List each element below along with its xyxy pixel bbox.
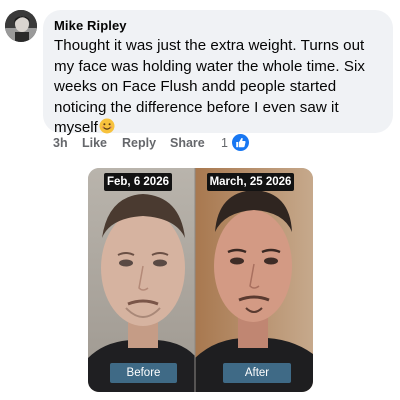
avatar[interactable] [5,10,37,42]
like-button[interactable]: Like [82,135,107,151]
after-date-label: March, 25 2026 [207,173,294,191]
before-label: Before [110,363,177,383]
reaction-count[interactable]: 1 [221,135,228,151]
reply-button[interactable]: Reply [122,135,156,151]
share-button[interactable]: Share [170,135,205,151]
comment-body: Thought it was just the extra weight. Tu… [54,36,383,141]
comment-bubble: Mike Ripley Thought it was just the extr… [43,10,393,136]
like-thumbs-up-icon[interactable] [232,134,249,151]
before-after-image [88,168,313,392]
profile-avatar-icon [5,10,37,42]
before-after-photo[interactable] [88,168,313,392]
comment-timestamp[interactable]: 3h [53,135,68,151]
after-label: After [223,363,291,383]
comment-author[interactable]: Mike Ripley [54,18,383,34]
before-date-label: Feb, 6 2026 [104,173,172,191]
